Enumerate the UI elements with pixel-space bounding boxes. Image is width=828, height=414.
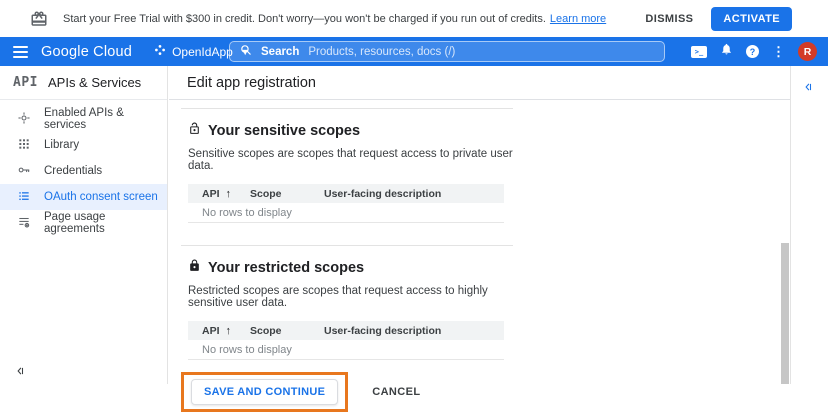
dismiss-button[interactable]: DISMISS xyxy=(645,13,693,25)
help-icon[interactable]: ? xyxy=(746,45,759,58)
gift-icon xyxy=(30,10,48,28)
section-description: Sensitive scopes are scopes that request… xyxy=(188,148,519,172)
form-actions: SAVE AND CONTINUE CANCEL xyxy=(181,372,519,412)
page-title: Edit app registration xyxy=(169,66,790,100)
panel-collapse-icon[interactable] xyxy=(803,82,828,92)
consent-list-icon xyxy=(17,189,31,206)
body-area: API APIs & Services Enabled APIs & servi… xyxy=(0,66,828,384)
api-product-icon: API xyxy=(13,75,38,90)
sidebar-collapse-icon[interactable] xyxy=(15,366,25,376)
trial-message: Start your Free Trial with $300 in credi… xyxy=(63,13,606,25)
column-api: API xyxy=(202,325,220,337)
avatar[interactable]: R xyxy=(798,42,817,61)
column-description: User-facing description xyxy=(324,188,504,200)
learn-more-link[interactable]: Learn more xyxy=(550,13,606,25)
google-cloud-console: Start your Free Trial with $300 in credi… xyxy=(0,0,828,414)
sidebar-item-label: Page usage agreements xyxy=(44,211,167,235)
right-panel-strip xyxy=(790,66,828,384)
lock-icon xyxy=(188,259,201,276)
section-title: Your restricted scopes xyxy=(208,260,364,276)
table-header-row: API ↑ Scope User-facing description xyxy=(188,184,504,203)
column-scope: Scope xyxy=(250,188,324,200)
notifications-bell-icon[interactable] xyxy=(720,42,733,61)
sidebar-item-credentials[interactable]: Credentials xyxy=(0,158,167,184)
google-cloud-logo[interactable]: Google Cloud xyxy=(41,44,132,60)
restricted-scopes-table: API ↑ Scope User-facing description No ro… xyxy=(188,321,504,360)
section-description: Restricted scopes are scopes that reques… xyxy=(188,285,519,309)
sidebar-item-label: Library xyxy=(44,139,79,151)
sidebar-item-page-usage-agreements[interactable]: Page usage agreements xyxy=(0,210,167,236)
sidebar-item-label: OAuth consent screen xyxy=(44,191,158,203)
project-icon xyxy=(154,44,166,59)
cancel-button[interactable]: CANCEL xyxy=(372,386,420,398)
scrollbar[interactable] xyxy=(781,243,789,384)
column-description: User-facing description xyxy=(324,325,504,337)
library-icon xyxy=(17,137,31,154)
empty-table-row: No rows to display xyxy=(188,340,504,360)
cloud-shell-icon[interactable]: >_ xyxy=(691,46,707,58)
sidebar-item-label: Credentials xyxy=(44,165,102,177)
edit-app-form: Your sensitive scopes Sensitive scopes a… xyxy=(169,100,519,412)
section-sensitive-scopes: Your sensitive scopes Sensitive scopes a… xyxy=(188,122,519,223)
sidebar: API APIs & Services Enabled APIs & servi… xyxy=(0,66,168,384)
project-name: OpenIdApp xyxy=(172,45,233,59)
column-api: API xyxy=(202,188,220,200)
sidebar-item-oauth-consent-screen[interactable]: OAuth consent screen xyxy=(0,184,167,210)
sidebar-title: APIs & Services xyxy=(48,75,141,90)
more-vert-icon[interactable]: ⋮ xyxy=(772,45,785,58)
free-trial-banner: Start your Free Trial with $300 in credi… xyxy=(0,0,828,37)
sidebar-item-enabled-apis[interactable]: Enabled APIs & services xyxy=(0,106,167,132)
main-panel: Edit app registration Your sensitive sco… xyxy=(169,66,790,384)
column-scope: Scope xyxy=(250,325,324,337)
search-icon xyxy=(240,44,252,59)
empty-table-row: No rows to display xyxy=(188,203,504,223)
section-title: Your sensitive scopes xyxy=(208,123,360,139)
section-divider xyxy=(181,108,513,109)
sort-ascending-icon[interactable]: ↑ xyxy=(226,325,232,337)
annotation-highlight-box: SAVE AND CONTINUE xyxy=(181,372,348,412)
sidebar-header: API APIs & Services xyxy=(0,66,167,100)
agreements-gear-icon xyxy=(17,215,31,232)
sidebar-item-label: Enabled APIs & services xyxy=(44,107,167,131)
table-header-row: API ↑ Scope User-facing description xyxy=(188,321,504,340)
search-input[interactable]: Search Products, resources, docs (/) xyxy=(229,41,665,62)
activate-button[interactable]: ACTIVATE xyxy=(711,7,792,31)
section-restricted-scopes: Your restricted scopes Restricted scopes… xyxy=(188,259,519,360)
sensitive-scopes-table: API ↑ Scope User-facing description No ro… xyxy=(188,184,504,223)
search-hint: Products, resources, docs (/) xyxy=(308,46,455,58)
key-icon xyxy=(17,163,31,180)
section-divider xyxy=(181,245,513,246)
sort-ascending-icon[interactable]: ↑ xyxy=(226,188,232,200)
save-and-continue-button[interactable]: SAVE AND CONTINUE xyxy=(191,379,338,405)
sidebar-item-library[interactable]: Library xyxy=(0,132,167,158)
enabled-apis-icon xyxy=(17,111,31,128)
lock-open-icon xyxy=(188,122,201,139)
app-bar: Google Cloud OpenIdApp ▼ Search Products… xyxy=(0,37,828,66)
menu-icon[interactable] xyxy=(13,46,28,58)
search-label: Search xyxy=(261,46,299,58)
